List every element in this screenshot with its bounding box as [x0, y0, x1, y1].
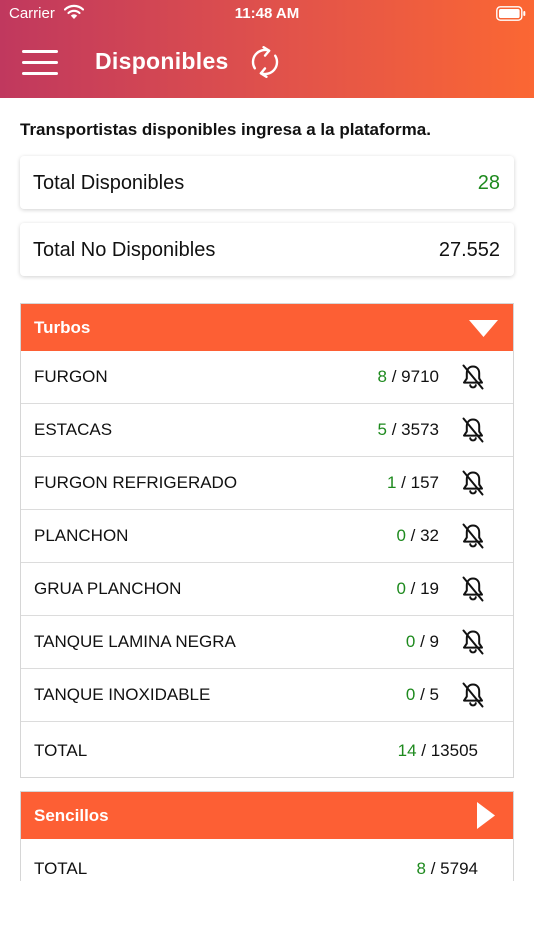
section-title: Turbos [34, 318, 91, 337]
vehicle-type-label: FURGON REFRIGERADO [34, 473, 238, 492]
vehicle-type-label: FURGON [34, 367, 108, 386]
count-separator: / [405, 526, 421, 545]
total-count: 5794 [440, 859, 478, 878]
total-available-card: Total Disponibles 28 [20, 156, 514, 209]
total-count: 5 [429, 685, 439, 704]
triangle-down-icon[interactable] [469, 320, 498, 337]
availability-count: 0 / 19 [396, 579, 439, 599]
total-available-label: Total Disponibles [33, 172, 185, 194]
availability-count: 14 / 13505 [398, 741, 478, 761]
count-separator: / [426, 859, 441, 878]
available-count: 8 [377, 367, 387, 386]
list-item: PLANCHON 0 / 32 [21, 510, 513, 563]
section-header-sencillos[interactable]: Sencillos [21, 792, 513, 839]
list-item: FURGON 8 / 9710 [21, 351, 513, 404]
status-bar: Carrier 11:48 AM [0, 0, 534, 28]
bell-off-icon[interactable] [461, 682, 485, 708]
bell-off-icon[interactable] [461, 629, 485, 655]
section-total-row: TOTAL 8 / 5794 [21, 839, 513, 881]
available-count: 0 [405, 632, 416, 651]
triangle-right-icon[interactable] [477, 802, 495, 829]
total-count: 9710 [401, 367, 439, 386]
status-time: 11:48 AM [234, 5, 300, 22]
list-item: TANQUE LAMINA NEGRA 0 / 9 [21, 616, 513, 669]
page-title: Disponibles [95, 48, 229, 74]
total-label: TOTAL [34, 741, 88, 760]
available-count: 5 [377, 420, 387, 439]
count-separator: / [387, 367, 402, 386]
bell-off-icon[interactable] [461, 364, 485, 390]
availability-count: 0 / 9 [406, 632, 439, 652]
bell-off-icon[interactable] [461, 417, 485, 443]
total-unavailable-value: 27.552 [438, 239, 500, 261]
section-title: Sencillos [34, 806, 109, 825]
vehicle-type-label: GRUA PLANCHON [34, 579, 182, 598]
total-count: 9 [429, 632, 439, 651]
section-header-turbos[interactable]: Turbos [21, 304, 513, 351]
count-separator: / [415, 632, 430, 651]
available-count: 0 [405, 685, 416, 704]
vehicle-type-label: ESTACAS [34, 420, 113, 439]
availability-count: 0 / 32 [396, 526, 439, 546]
list-item: FURGON REFRIGERADO 1 / 157 [21, 457, 513, 510]
bell-off-icon[interactable] [461, 576, 485, 602]
section-total-row: TOTAL 14 / 13505 [21, 722, 513, 777]
vehicle-type-label: TANQUE INOXIDABLE [34, 685, 211, 704]
available-count: 0 [396, 526, 406, 545]
app-header: Carrier 11:48 AM Disponibles [0, 0, 534, 98]
total-count: 157 [410, 473, 439, 492]
list-item: GRUA PLANCHON 0 / 19 [21, 563, 513, 616]
availability-count: 1 / 157 [387, 473, 439, 493]
available-count: 8 [416, 859, 426, 878]
availability-count: 5 / 3573 [378, 420, 439, 440]
available-count: 14 [397, 741, 417, 760]
total-count: 13505 [430, 741, 478, 760]
availability-count: 8 / 9710 [378, 367, 439, 387]
nav-bar: Disponibles [0, 28, 534, 98]
intro-text: Transportistas disponibles ingresa a la … [20, 120, 431, 139]
total-unavailable-label: Total No Disponibles [33, 239, 216, 261]
count-separator: / [415, 685, 430, 704]
available-count: 0 [396, 579, 406, 598]
count-separator: / [396, 473, 411, 492]
section-sencillos: Sencillos TOTAL 8 / 5794 [20, 791, 514, 881]
section-turbos: Turbos FURGON 8 / 9710 ESTACAS 5 / 3573 … [20, 303, 514, 778]
total-count: 32 [420, 526, 439, 545]
total-unavailable-card: Total No Disponibles 27.552 [20, 223, 514, 276]
list-item: TANQUE INOXIDABLE 0 / 5 [21, 669, 513, 722]
count-separator: / [416, 741, 431, 760]
availability-count: 0 / 5 [406, 685, 439, 705]
vehicle-type-label: PLANCHON [34, 526, 129, 545]
bell-off-icon[interactable] [461, 523, 485, 549]
total-available-value: 28 [477, 172, 500, 194]
count-separator: / [405, 579, 421, 598]
availability-count: 8 / 5794 [417, 859, 478, 879]
bell-off-icon[interactable] [461, 470, 485, 496]
total-label: TOTAL [34, 859, 88, 878]
battery-icon [496, 6, 526, 21]
list-item: ESTACAS 5 / 3573 [21, 404, 513, 457]
refresh-icon[interactable] [247, 44, 283, 80]
count-separator: / [387, 420, 402, 439]
total-count: 3573 [401, 420, 439, 439]
vehicle-type-label: TANQUE LAMINA NEGRA [34, 632, 236, 651]
total-count: 19 [420, 579, 439, 598]
hamburger-menu-icon[interactable] [22, 46, 60, 78]
